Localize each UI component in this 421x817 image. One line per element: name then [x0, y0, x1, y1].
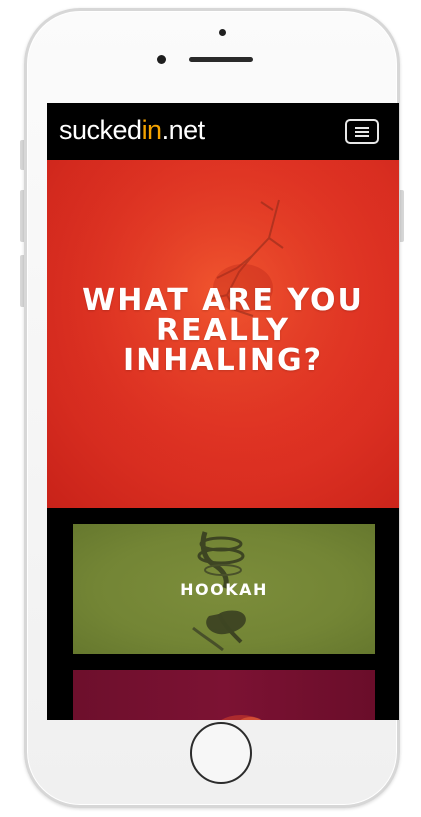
hero-title-line-2: REALLY	[155, 313, 291, 348]
second-category-tile[interactable]	[73, 670, 375, 720]
hero-title-line-3: INHALING?	[122, 343, 323, 378]
phone-screen: suckedin.net WHAT ARE YOU REALLY INHALIN…	[47, 103, 399, 720]
logo-accent: in	[141, 115, 163, 145]
proximity-sensor-icon	[157, 55, 166, 64]
hamburger-menu-icon[interactable]	[345, 119, 379, 144]
hero-title: WHAT ARE YOU REALLY INHALING?	[47, 286, 399, 376]
hookah-tile[interactable]: HOOKAH	[73, 524, 375, 654]
hookah-tile-label: HOOKAH	[180, 580, 268, 599]
hero-banner: WHAT ARE YOU REALLY INHALING?	[47, 160, 399, 508]
home-button[interactable]	[190, 722, 252, 784]
smoke-illustration	[221, 715, 262, 720]
site-header: suckedin.net	[47, 103, 399, 160]
hero-title-line-1: WHAT ARE YOU	[82, 283, 364, 318]
earpiece-speaker	[189, 57, 253, 62]
front-camera-icon	[219, 29, 226, 36]
category-tiles: HOOKAH	[47, 508, 399, 720]
logo-suffix: .net	[161, 115, 206, 145]
logo-prefix: sucked	[59, 115, 142, 145]
site-logo[interactable]: suckedin.net	[59, 115, 205, 145]
